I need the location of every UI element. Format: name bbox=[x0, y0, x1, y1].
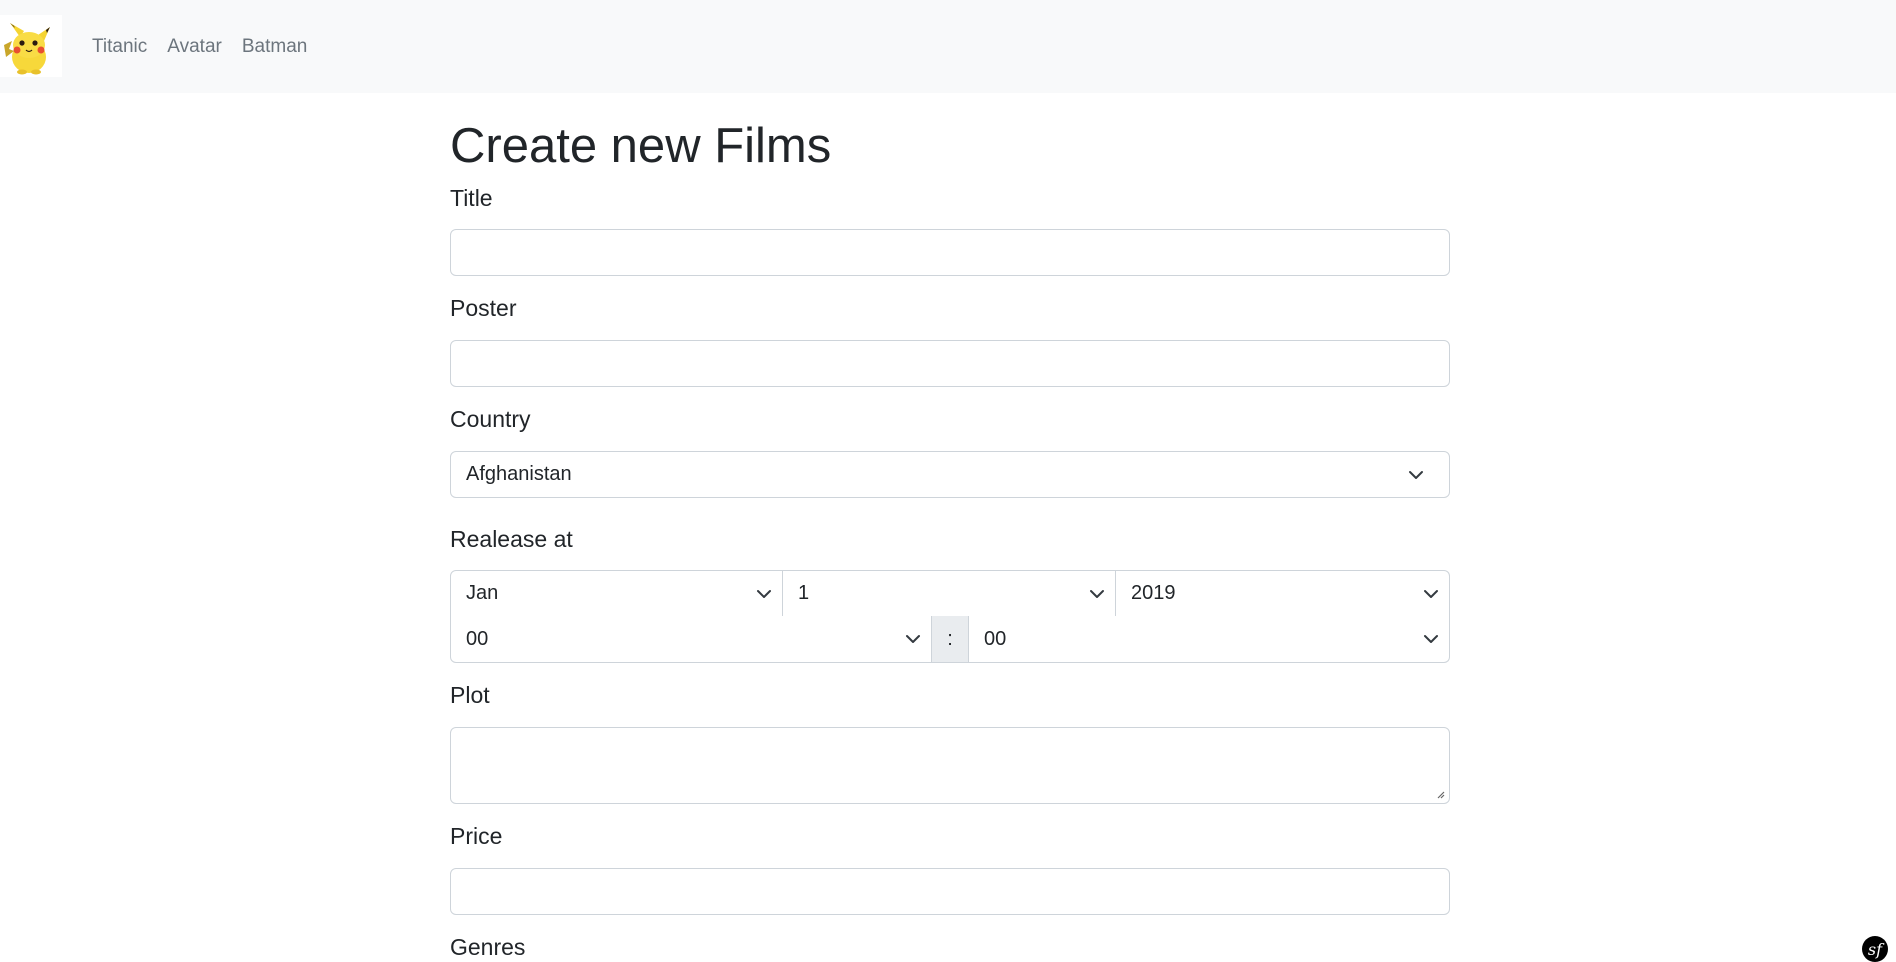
release-year-select[interactable]: 2019 bbox=[1116, 570, 1450, 617]
country-select-value: Afghanistan bbox=[466, 463, 572, 485]
chevron-down-icon bbox=[1409, 470, 1423, 479]
plot-label: Plot bbox=[450, 682, 490, 708]
chevron-down-icon bbox=[757, 589, 771, 598]
nav-link-batman[interactable]: Batman bbox=[232, 33, 317, 61]
chevron-down-icon bbox=[1424, 635, 1438, 643]
chevron-down-icon bbox=[1090, 589, 1104, 598]
plot-textarea[interactable] bbox=[450, 727, 1450, 804]
nav-link-avatar[interactable]: Avatar bbox=[157, 33, 232, 61]
release-time-group: 00 : 00 bbox=[450, 616, 1450, 663]
release-hour-select[interactable]: 00 bbox=[450, 616, 932, 663]
release-date-group: Jan 1 2019 bbox=[450, 570, 1450, 617]
poster-label: Poster bbox=[450, 295, 517, 321]
nav-links: Titanic Avatar Batman bbox=[82, 33, 317, 61]
release-month-select[interactable]: Jan bbox=[450, 570, 783, 617]
chevron-down-icon bbox=[906, 635, 920, 643]
release-label: Realease at bbox=[450, 526, 573, 552]
poster-input[interactable] bbox=[450, 340, 1450, 387]
pikachu-logo-icon bbox=[0, 15, 62, 77]
release-day-select[interactable]: 1 bbox=[783, 570, 1116, 617]
price-label: Price bbox=[450, 823, 503, 849]
release-minute-value: 00 bbox=[984, 627, 1007, 650]
chevron-down-icon bbox=[1424, 589, 1438, 598]
resize-grip-icon[interactable] bbox=[1435, 789, 1445, 799]
release-month-value: Jan bbox=[466, 582, 499, 604]
nav-link-titanic[interactable]: Titanic bbox=[82, 33, 157, 61]
release-day-value: 1 bbox=[798, 582, 810, 604]
genres-label: Genres bbox=[450, 934, 526, 960]
country-label: Country bbox=[450, 406, 531, 432]
brand-logo[interactable] bbox=[0, 15, 62, 77]
navbar: Titanic Avatar Batman bbox=[0, 0, 1896, 93]
page-title: Create new Films bbox=[450, 119, 832, 173]
release-minute-select[interactable]: 00 bbox=[968, 616, 1450, 663]
release-hour-value: 00 bbox=[466, 627, 489, 650]
title-label: Title bbox=[450, 185, 493, 211]
time-separator: : bbox=[932, 616, 968, 663]
symfony-toolbar-icon[interactable]: sf bbox=[1862, 936, 1888, 962]
price-input[interactable] bbox=[450, 868, 1450, 915]
country-select[interactable]: Afghanistan bbox=[450, 451, 1450, 498]
title-input[interactable] bbox=[450, 229, 1450, 276]
release-year-value: 2019 bbox=[1131, 582, 1176, 604]
